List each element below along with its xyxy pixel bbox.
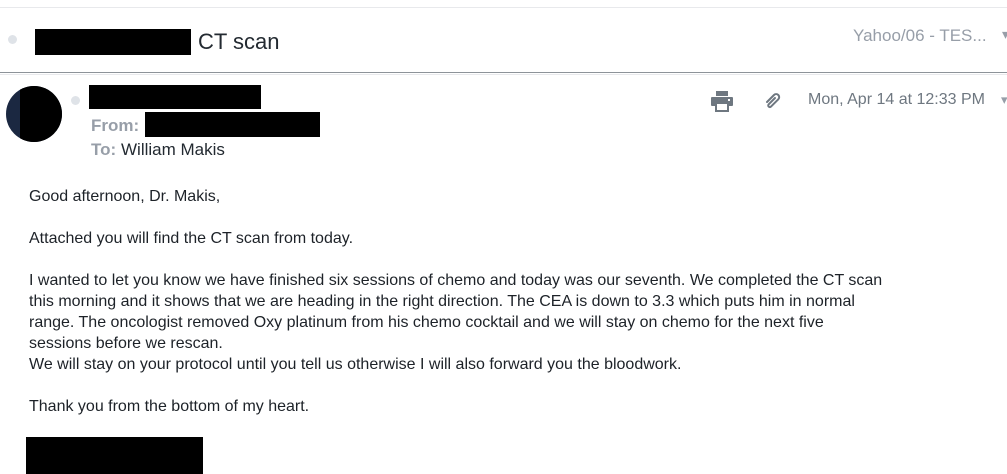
body-paragraph-2-line-2: this morning and it shows that we are he… <box>29 293 855 310</box>
greeting: Good afternoon, Dr. Makis, <box>29 188 221 205</box>
email-subject: CT scan <box>198 29 280 54</box>
attachment-icon[interactable] <box>762 90 784 114</box>
chevron-down-icon[interactable]: ▾ <box>1002 26 1007 43</box>
body-paragraph-1: Attached you will find the CT scan from … <box>29 230 354 247</box>
folder-label[interactable]: Yahoo/06 - TES... <box>853 26 987 46</box>
redacted-subject-prefix <box>35 29 191 55</box>
read-status-dot[interactable] <box>71 96 80 105</box>
redacted-signature <box>26 437 203 474</box>
header-divider <box>0 72 1007 73</box>
closing-line: Thank you from the bottom of my heart. <box>29 398 310 415</box>
from-label: From: <box>91 116 140 135</box>
body-paragraph-2-line-4: sessions before we rescan. <box>29 335 223 352</box>
top-border <box>0 7 1007 8</box>
to-label: To: <box>91 140 117 159</box>
unread-dot[interactable] <box>8 35 17 44</box>
body-paragraph-2-line-1: I wanted to let you know we have finishe… <box>29 272 883 289</box>
header-divider-shadow <box>0 74 1007 75</box>
redacted-sender-name <box>89 85 261 109</box>
redacted-avatar <box>20 86 62 142</box>
redacted-sender-email <box>145 112 320 137</box>
body-paragraph-2-line-5: We will stay on your protocol until you … <box>29 356 682 373</box>
message-date: Mon, Apr 14 at 12:33 PM <box>808 91 985 108</box>
avatar[interactable] <box>6 86 62 142</box>
message-body: Good afternoon, Dr. Makis, Attached you … <box>29 186 1001 417</box>
recipient-name[interactable]: William Makis <box>121 140 225 160</box>
print-icon[interactable] <box>708 88 736 114</box>
chevron-down-icon[interactable]: ▾ <box>1001 92 1007 108</box>
body-paragraph-2-line-3: range. The oncologist removed Oxy platin… <box>29 314 824 331</box>
